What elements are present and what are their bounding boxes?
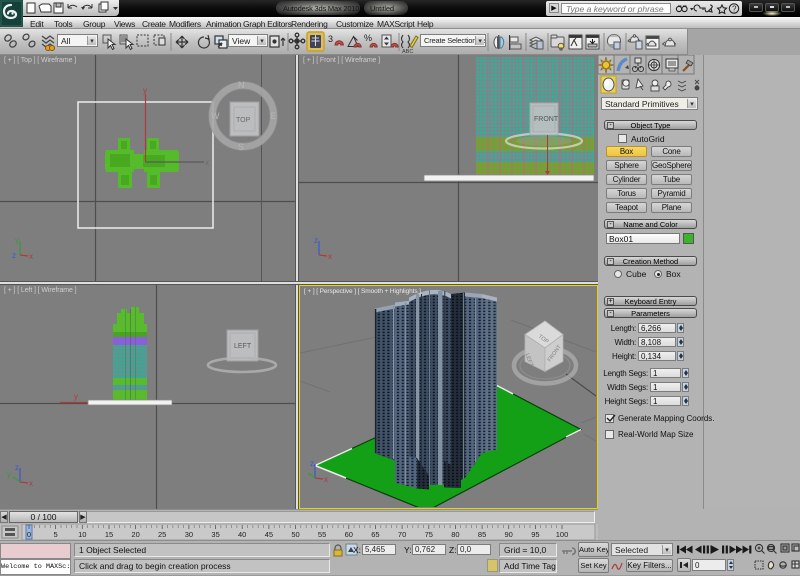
svg-text:LEFT: LEFT bbox=[234, 343, 252, 350]
svg-text:x: x bbox=[324, 475, 328, 484]
svg-text:45: 45 bbox=[265, 530, 273, 539]
svg-text:z: z bbox=[314, 236, 318, 245]
svg-text:TOP: TOP bbox=[236, 117, 251, 124]
svg-text:x: x bbox=[29, 252, 33, 261]
svg-text:x: x bbox=[205, 158, 209, 167]
svg-text:5: 5 bbox=[54, 530, 58, 539]
svg-text:40: 40 bbox=[238, 530, 246, 539]
svg-text:50: 50 bbox=[291, 530, 299, 539]
svg-text:S: S bbox=[238, 142, 244, 152]
svg-text:z: z bbox=[15, 463, 19, 472]
svg-text:20: 20 bbox=[131, 530, 139, 539]
svg-text:%: % bbox=[364, 33, 372, 43]
svg-text:70: 70 bbox=[398, 530, 406, 539]
svg-text:75: 75 bbox=[425, 530, 433, 539]
svg-text:E: E bbox=[270, 111, 276, 121]
svg-text:x: x bbox=[328, 252, 332, 261]
svg-text:60: 60 bbox=[345, 530, 353, 539]
svg-text:30: 30 bbox=[185, 530, 193, 539]
svg-text:0: 0 bbox=[27, 530, 31, 539]
svg-text:100: 100 bbox=[556, 530, 569, 539]
svg-text:z: z bbox=[12, 251, 16, 260]
svg-text:?: ? bbox=[732, 4, 737, 13]
svg-text:95: 95 bbox=[531, 530, 539, 539]
svg-text:15: 15 bbox=[105, 530, 113, 539]
svg-text:FRONT: FRONT bbox=[534, 116, 559, 123]
svg-text:x: x bbox=[29, 479, 33, 488]
svg-text:y: y bbox=[74, 392, 78, 401]
svg-text:90: 90 bbox=[505, 530, 513, 539]
svg-text:65: 65 bbox=[371, 530, 379, 539]
svg-text:3: 3 bbox=[328, 34, 333, 44]
svg-text:80: 80 bbox=[451, 530, 459, 539]
svg-text:35: 35 bbox=[211, 530, 219, 539]
svg-text:10: 10 bbox=[78, 530, 86, 539]
svg-text:N: N bbox=[238, 80, 245, 90]
svg-text:y: y bbox=[7, 470, 11, 479]
svg-text:W: W bbox=[211, 111, 220, 121]
svg-text:55: 55 bbox=[318, 530, 326, 539]
svg-text:z: z bbox=[310, 459, 314, 468]
svg-text:y: y bbox=[143, 86, 147, 95]
svg-text:y: y bbox=[15, 236, 19, 245]
svg-text:25: 25 bbox=[158, 530, 166, 539]
svg-text:85: 85 bbox=[478, 530, 486, 539]
